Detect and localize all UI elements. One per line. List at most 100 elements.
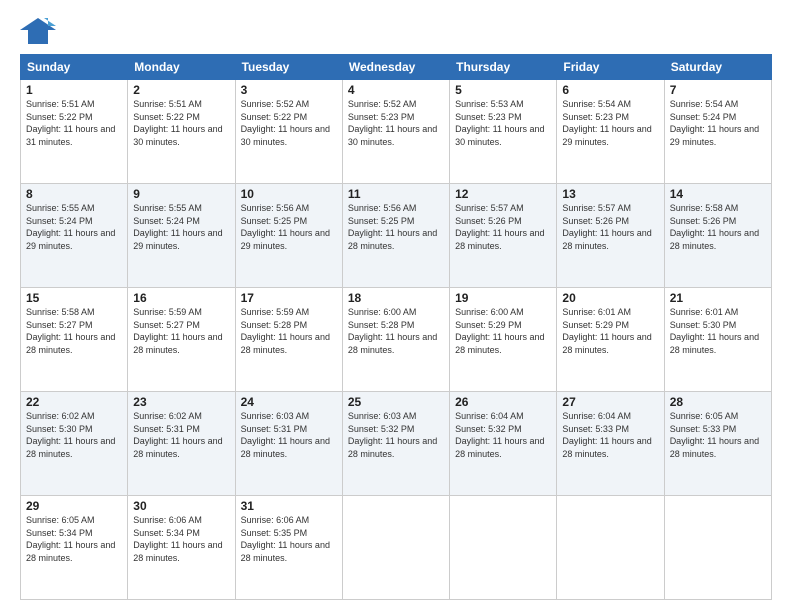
day-info: Sunrise: 5:51 AMSunset: 5:22 PMDaylight:… (133, 99, 222, 147)
calendar-cell: 4 Sunrise: 5:52 AMSunset: 5:23 PMDaylight… (342, 80, 449, 184)
day-info: Sunrise: 6:01 AMSunset: 5:29 PMDaylight:… (562, 307, 651, 355)
day-number: 18 (348, 291, 444, 305)
day-number: 4 (348, 83, 444, 97)
calendar-cell: 31Sunrise: 6:06 AMSunset: 5:35 PMDayligh… (235, 496, 342, 600)
calendar-cell: 20 Sunrise: 6:01 AMSunset: 5:29 PMDayligh… (557, 288, 664, 392)
calendar-cell: 12 Sunrise: 5:57 AMSunset: 5:26 PMDayligh… (450, 184, 557, 288)
day-number: 23 (133, 395, 229, 409)
calendar-cell: 7 Sunrise: 5:54 AMSunset: 5:24 PMDaylight… (664, 80, 771, 184)
day-number: 21 (670, 291, 766, 305)
day-info: Sunrise: 6:00 AMSunset: 5:29 PMDaylight:… (455, 307, 544, 355)
day-info: Sunrise: 6:04 AMSunset: 5:33 PMDaylight:… (562, 411, 651, 459)
day-info: Sunrise: 6:02 AMSunset: 5:31 PMDaylight:… (133, 411, 222, 459)
day-info: Sunrise: 5:58 AMSunset: 5:26 PMDaylight:… (670, 203, 759, 251)
calendar-cell: 10 Sunrise: 5:56 AMSunset: 5:25 PMDayligh… (235, 184, 342, 288)
day-number: 30 (133, 499, 229, 513)
calendar-cell: 30 Sunrise: 6:06 AMSunset: 5:34 PMDayligh… (128, 496, 235, 600)
day-number: 6 (562, 83, 658, 97)
day-info: Sunrise: 6:04 AMSunset: 5:32 PMDaylight:… (455, 411, 544, 459)
day-info: Sunrise: 5:51 AMSunset: 5:22 PMDaylight:… (26, 99, 115, 147)
calendar-cell: 9Sunrise: 5:55 AMSunset: 5:24 PMDaylight… (128, 184, 235, 288)
day-info: Sunrise: 5:58 AMSunset: 5:27 PMDaylight:… (26, 307, 115, 355)
calendar-cell: 18 Sunrise: 6:00 AMSunset: 5:28 PMDayligh… (342, 288, 449, 392)
calendar-cell: 19 Sunrise: 6:00 AMSunset: 5:29 PMDayligh… (450, 288, 557, 392)
day-number: 2 (133, 83, 229, 97)
calendar-cell: 24 Sunrise: 6:03 AMSunset: 5:31 PMDayligh… (235, 392, 342, 496)
calendar-cell (450, 496, 557, 600)
day-info: Sunrise: 6:06 AMSunset: 5:34 PMDaylight:… (133, 515, 222, 563)
day-number: 5 (455, 83, 551, 97)
day-info: Sunrise: 5:54 AMSunset: 5:24 PMDaylight:… (670, 99, 759, 147)
calendar-cell: 8 Sunrise: 5:55 AMSunset: 5:24 PMDaylight… (21, 184, 128, 288)
day-number: 3 (241, 83, 337, 97)
day-number: 8 (26, 187, 122, 201)
logo (20, 16, 60, 46)
calendar-cell (664, 496, 771, 600)
calendar-cell: 29 Sunrise: 6:05 AMSunset: 5:34 PMDayligh… (21, 496, 128, 600)
calendar-cell: 23 Sunrise: 6:02 AMSunset: 5:31 PMDayligh… (128, 392, 235, 496)
calendar-cell (557, 496, 664, 600)
col-header-wednesday: Wednesday (342, 55, 449, 80)
calendar-cell: 22Sunrise: 6:02 AMSunset: 5:30 PMDayligh… (21, 392, 128, 496)
day-info: Sunrise: 5:57 AMSunset: 5:26 PMDaylight:… (455, 203, 544, 251)
day-info: Sunrise: 5:52 AMSunset: 5:23 PMDaylight:… (348, 99, 437, 147)
calendar-week-2: 8 Sunrise: 5:55 AMSunset: 5:24 PMDaylight… (21, 184, 772, 288)
calendar-week-3: 15Sunrise: 5:58 AMSunset: 5:27 PMDayligh… (21, 288, 772, 392)
calendar-cell: 27Sunrise: 6:04 AMSunset: 5:33 PMDayligh… (557, 392, 664, 496)
day-number: 11 (348, 187, 444, 201)
day-info: Sunrise: 6:00 AMSunset: 5:28 PMDaylight:… (348, 307, 437, 355)
day-info: Sunrise: 6:03 AMSunset: 5:32 PMDaylight:… (348, 411, 437, 459)
day-number: 10 (241, 187, 337, 201)
day-info: Sunrise: 5:53 AMSunset: 5:23 PMDaylight:… (455, 99, 544, 147)
day-info: Sunrise: 5:52 AMSunset: 5:22 PMDaylight:… (241, 99, 330, 147)
header (20, 16, 772, 46)
calendar-cell: 17Sunrise: 5:59 AMSunset: 5:28 PMDayligh… (235, 288, 342, 392)
day-number: 1 (26, 83, 122, 97)
day-number: 20 (562, 291, 658, 305)
calendar-week-4: 22Sunrise: 6:02 AMSunset: 5:30 PMDayligh… (21, 392, 772, 496)
col-header-sunday: Sunday (21, 55, 128, 80)
day-number: 28 (670, 395, 766, 409)
day-number: 24 (241, 395, 337, 409)
day-number: 19 (455, 291, 551, 305)
day-info: Sunrise: 6:05 AMSunset: 5:33 PMDaylight:… (670, 411, 759, 459)
calendar-cell: 16 Sunrise: 5:59 AMSunset: 5:27 PMDayligh… (128, 288, 235, 392)
calendar-week-1: 1 Sunrise: 5:51 AMSunset: 5:22 PMDaylight… (21, 80, 772, 184)
day-number: 22 (26, 395, 122, 409)
day-info: Sunrise: 6:05 AMSunset: 5:34 PMDaylight:… (26, 515, 115, 563)
day-number: 29 (26, 499, 122, 513)
page: SundayMondayTuesdayWednesdayThursdayFrid… (0, 0, 792, 612)
col-header-monday: Monday (128, 55, 235, 80)
logo-bird-icon (20, 16, 56, 46)
day-info: Sunrise: 5:54 AMSunset: 5:23 PMDaylight:… (562, 99, 651, 147)
day-info: Sunrise: 6:06 AMSunset: 5:35 PMDaylight:… (241, 515, 330, 563)
calendar-table: SundayMondayTuesdayWednesdayThursdayFrid… (20, 54, 772, 600)
day-number: 16 (133, 291, 229, 305)
day-number: 25 (348, 395, 444, 409)
day-number: 26 (455, 395, 551, 409)
day-info: Sunrise: 5:55 AMSunset: 5:24 PMDaylight:… (26, 203, 115, 251)
day-info: Sunrise: 6:03 AMSunset: 5:31 PMDaylight:… (241, 411, 330, 459)
col-header-thursday: Thursday (450, 55, 557, 80)
day-info: Sunrise: 5:59 AMSunset: 5:27 PMDaylight:… (133, 307, 222, 355)
calendar-header-row: SundayMondayTuesdayWednesdayThursdayFrid… (21, 55, 772, 80)
day-info: Sunrise: 5:57 AMSunset: 5:26 PMDaylight:… (562, 203, 651, 251)
col-header-friday: Friday (557, 55, 664, 80)
calendar-cell: 26 Sunrise: 6:04 AMSunset: 5:32 PMDayligh… (450, 392, 557, 496)
day-number: 17 (241, 291, 337, 305)
calendar-week-5: 29 Sunrise: 6:05 AMSunset: 5:34 PMDayligh… (21, 496, 772, 600)
calendar-cell: 15Sunrise: 5:58 AMSunset: 5:27 PMDayligh… (21, 288, 128, 392)
calendar-cell: 28 Sunrise: 6:05 AMSunset: 5:33 PMDayligh… (664, 392, 771, 496)
day-info: Sunrise: 5:56 AMSunset: 5:25 PMDaylight:… (348, 203, 437, 251)
calendar-cell (342, 496, 449, 600)
day-number: 7 (670, 83, 766, 97)
calendar-cell: 5 Sunrise: 5:53 AMSunset: 5:23 PMDaylight… (450, 80, 557, 184)
calendar-cell: 1 Sunrise: 5:51 AMSunset: 5:22 PMDaylight… (21, 80, 128, 184)
col-header-saturday: Saturday (664, 55, 771, 80)
calendar-cell: 25 Sunrise: 6:03 AMSunset: 5:32 PMDayligh… (342, 392, 449, 496)
calendar-cell: 3 Sunrise: 5:52 AMSunset: 5:22 PMDaylight… (235, 80, 342, 184)
calendar-cell: 2 Sunrise: 5:51 AMSunset: 5:22 PMDaylight… (128, 80, 235, 184)
day-info: Sunrise: 5:56 AMSunset: 5:25 PMDaylight:… (241, 203, 330, 251)
calendar-cell: 21Sunrise: 6:01 AMSunset: 5:30 PMDayligh… (664, 288, 771, 392)
day-number: 12 (455, 187, 551, 201)
